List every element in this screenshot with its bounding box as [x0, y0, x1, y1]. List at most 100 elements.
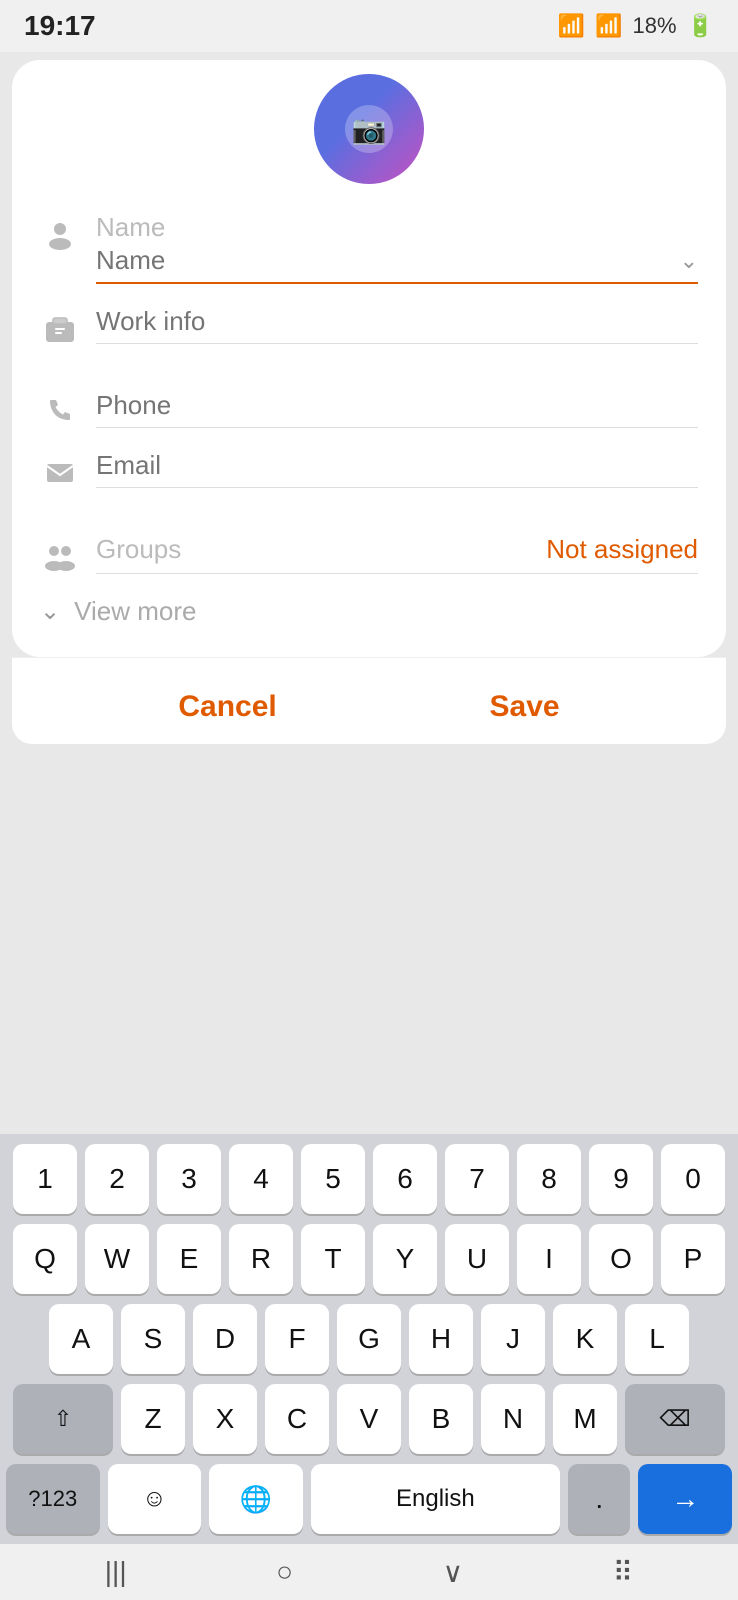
save-button[interactable]: Save: [450, 680, 600, 734]
work-info-row: [40, 288, 698, 348]
shift-key[interactable]: ⇧: [13, 1384, 113, 1454]
view-more-label: View more: [74, 596, 196, 627]
key-0[interactable]: 0: [661, 1144, 725, 1214]
email-icon: [40, 450, 80, 488]
key-3[interactable]: 3: [157, 1144, 221, 1214]
key-x[interactable]: X: [193, 1384, 257, 1454]
key-g[interactable]: G: [337, 1304, 401, 1374]
key-v[interactable]: V: [337, 1384, 401, 1454]
groups-field[interactable]: Groups Not assigned: [96, 534, 698, 574]
work-info-field[interactable]: [96, 306, 698, 344]
phone-field[interactable]: [96, 390, 698, 428]
emoji-key[interactable]: ☺: [108, 1464, 202, 1534]
home-nav-icon[interactable]: ○: [276, 1556, 293, 1588]
key-z[interactable]: Z: [121, 1384, 185, 1454]
keyboard-bottom-row: ?123 ☺ 🌐 English . →: [6, 1464, 732, 1534]
key-m[interactable]: M: [553, 1384, 617, 1454]
groups-content: Groups Not assigned: [96, 534, 698, 574]
name-field-wrapper: ⌄: [96, 245, 698, 284]
phone-input[interactable]: [96, 390, 698, 421]
key-9[interactable]: 9: [589, 1144, 653, 1214]
key-r[interactable]: R: [229, 1224, 293, 1294]
groups-label: Groups: [96, 534, 546, 565]
groups-row: Groups Not assigned: [40, 516, 698, 574]
work-info-input[interactable]: [96, 306, 698, 337]
key-a[interactable]: A: [49, 1304, 113, 1374]
camera-button[interactable]: 📷: [345, 105, 393, 153]
status-icons: 📶 📶 18% 🔋: [558, 13, 714, 39]
key-6[interactable]: 6: [373, 1144, 437, 1214]
groups-value[interactable]: Not assigned: [546, 534, 698, 565]
key-l[interactable]: L: [625, 1304, 689, 1374]
key-h[interactable]: H: [409, 1304, 473, 1374]
battery-level: 18%: [633, 13, 677, 39]
chevron-down-icon[interactable]: ⌄: [680, 248, 698, 274]
camera-icon: 📷: [352, 113, 387, 146]
navigation-bar: ||| ○ ∨ ⠿: [0, 1544, 738, 1600]
name-label: Name: [96, 212, 698, 243]
key-2[interactable]: 2: [85, 1144, 149, 1214]
phone-row: [40, 372, 698, 432]
keyboard: 1 2 3 4 5 6 7 8 9 0 Q W E R T Y U I O P …: [0, 1134, 738, 1544]
work-content: [96, 306, 698, 348]
avatar-circle[interactable]: 📷: [314, 74, 424, 184]
avatar-area[interactable]: 📷: [12, 60, 726, 194]
view-more-row[interactable]: ⌄ View more: [12, 574, 726, 637]
key-8[interactable]: 8: [517, 1144, 581, 1214]
key-w[interactable]: W: [85, 1224, 149, 1294]
keyboard-zxcv-row: ⇧ Z X C V B N M ⌫: [6, 1384, 732, 1454]
key-k[interactable]: K: [553, 1304, 617, 1374]
email-field[interactable]: [96, 450, 698, 488]
spacebar-key[interactable]: English: [311, 1464, 560, 1534]
contact-form-card: 📷 Name ⌄: [12, 60, 726, 657]
phone-content: [96, 390, 698, 432]
name-row: Name ⌄: [40, 194, 698, 288]
key-d[interactable]: D: [193, 1304, 257, 1374]
key-4[interactable]: 4: [229, 1144, 293, 1214]
keyboard-qwerty-row: Q W E R T Y U I O P: [6, 1224, 732, 1294]
action-row: Cancel Save: [12, 657, 726, 744]
wifi-icon: 📶: [558, 13, 585, 39]
key-y[interactable]: Y: [373, 1224, 437, 1294]
key-7[interactable]: 7: [445, 1144, 509, 1214]
form-section: Name ⌄: [12, 194, 726, 574]
work-icon: [40, 306, 80, 346]
key-i[interactable]: I: [517, 1224, 581, 1294]
email-content: [96, 450, 698, 492]
person-icon: [40, 212, 80, 250]
keyboard-number-row: 1 2 3 4 5 6 7 8 9 0: [6, 1144, 732, 1214]
key-j[interactable]: J: [481, 1304, 545, 1374]
key-s[interactable]: S: [121, 1304, 185, 1374]
enter-key[interactable]: →: [638, 1464, 732, 1534]
globe-key[interactable]: 🌐: [209, 1464, 303, 1534]
email-row: [40, 432, 698, 492]
key-p[interactable]: P: [661, 1224, 725, 1294]
key-o[interactable]: O: [589, 1224, 653, 1294]
signal-icon: 📶: [595, 13, 622, 39]
key-n[interactable]: N: [481, 1384, 545, 1454]
key-c[interactable]: C: [265, 1384, 329, 1454]
key-1[interactable]: 1: [13, 1144, 77, 1214]
key-f[interactable]: F: [265, 1304, 329, 1374]
groups-icon: [40, 534, 80, 572]
symbols-key[interactable]: ?123: [6, 1464, 100, 1534]
key-5[interactable]: 5: [301, 1144, 365, 1214]
key-e[interactable]: E: [157, 1224, 221, 1294]
backspace-key[interactable]: ⌫: [625, 1384, 725, 1454]
name-input[interactable]: [96, 245, 680, 276]
keyboard-asdf-row: A S D F G H J K L: [6, 1304, 732, 1374]
phone-icon: [40, 390, 80, 428]
recent-nav-icon[interactable]: ∨: [443, 1556, 464, 1589]
apps-nav-icon[interactable]: ⠿: [613, 1556, 634, 1589]
key-t[interactable]: T: [301, 1224, 365, 1294]
view-more-chevron-icon: ⌄: [40, 597, 60, 626]
status-time: 19:17: [24, 10, 96, 42]
key-q[interactable]: Q: [13, 1224, 77, 1294]
key-u[interactable]: U: [445, 1224, 509, 1294]
name-content: Name ⌄: [96, 212, 698, 288]
key-b[interactable]: B: [409, 1384, 473, 1454]
period-key[interactable]: .: [568, 1464, 630, 1534]
email-input[interactable]: [96, 450, 698, 481]
back-nav-icon[interactable]: |||: [105, 1556, 127, 1588]
cancel-button[interactable]: Cancel: [138, 680, 316, 734]
